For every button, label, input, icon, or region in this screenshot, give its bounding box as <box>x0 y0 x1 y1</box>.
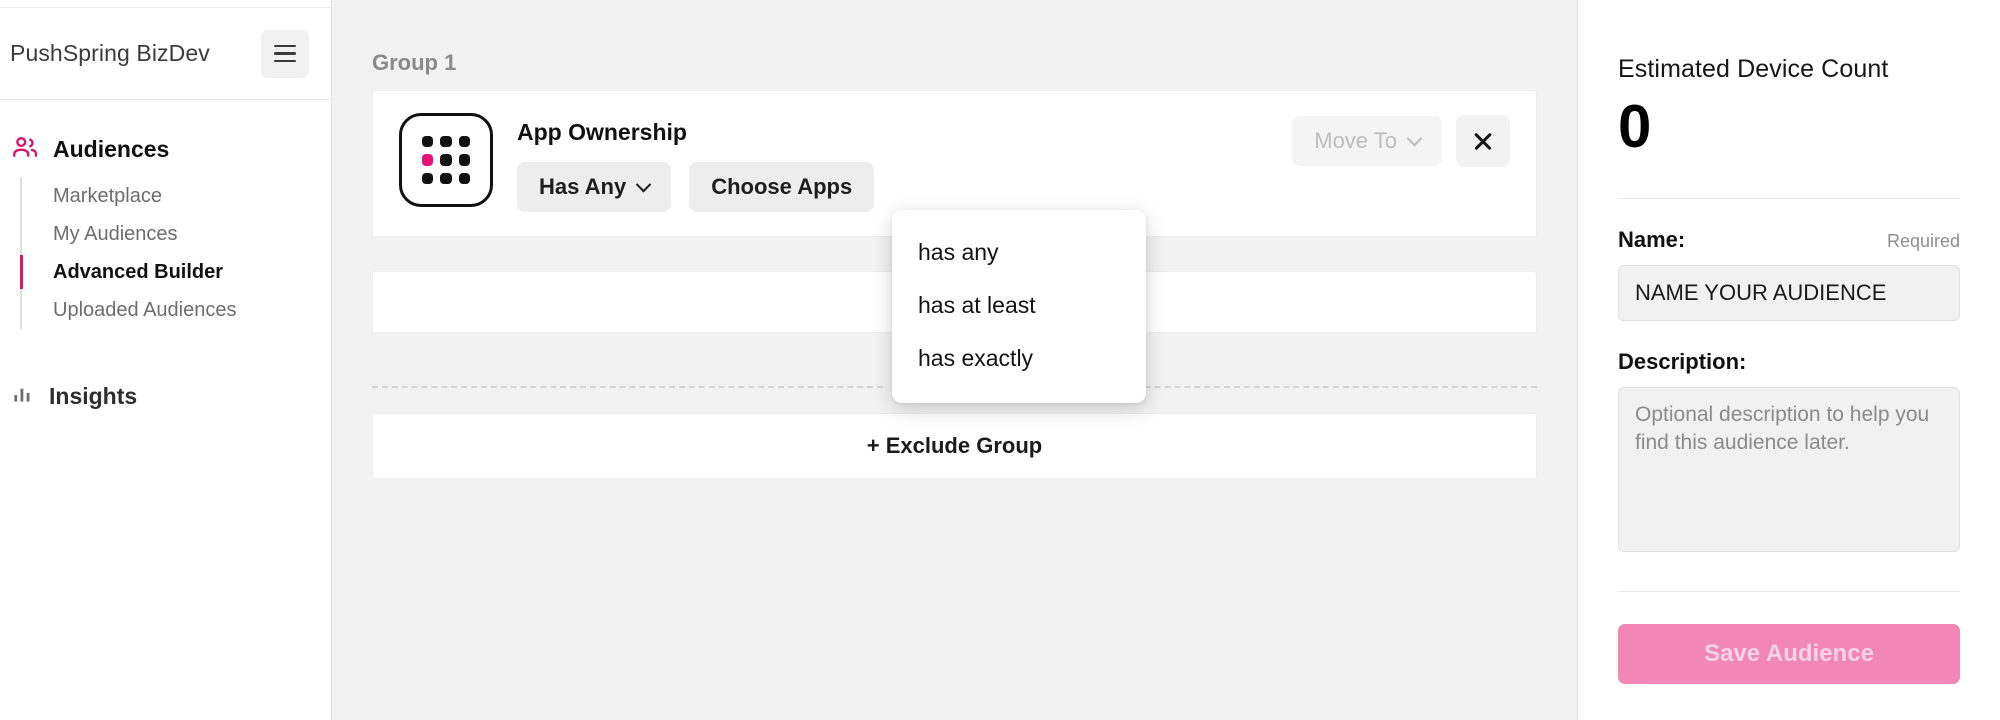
dropdown-option-has-at-least[interactable]: has at least <box>892 279 1146 332</box>
operator-dropdown-button[interactable]: Has Any <box>517 162 671 212</box>
name-label: Name: <box>1618 227 1685 253</box>
estimated-device-count-value: 0 <box>1618 90 1960 164</box>
grid-dot-accent <box>422 154 433 165</box>
dropdown-option-has-any[interactable]: has any <box>892 226 1146 279</box>
close-icon[interactable] <box>1456 115 1510 167</box>
sidebar-top-rule <box>0 0 331 8</box>
hamburger-bar <box>274 60 296 63</box>
move-to-button[interactable]: Move To <box>1292 116 1442 166</box>
group-title: Group 1 <box>332 0 1577 90</box>
grid-dot <box>459 136 470 147</box>
sidebar-nav: Audiences Marketplace My Audiences Advan… <box>0 100 331 422</box>
sidebar-item-advanced-builder[interactable]: Advanced Builder <box>22 253 331 291</box>
sidebar: PushSpring BizDev Audiences <box>0 0 332 720</box>
main-content: Group 1 App Ownership <box>332 0 1578 720</box>
divider-dash-left <box>372 386 883 388</box>
audience-description-input[interactable] <box>1618 387 1960 552</box>
grid-dot <box>459 173 470 184</box>
rule-controls: Has Any Choose Apps <box>517 162 1510 212</box>
summary-divider <box>1618 198 1960 199</box>
hamburger-icon[interactable] <box>261 30 309 78</box>
rule-actions: Move To <box>1292 115 1510 167</box>
choose-apps-button[interactable]: Choose Apps <box>689 162 874 212</box>
sidebar-section-insights[interactable]: Insights <box>0 371 331 422</box>
dropdown-option-has-exactly[interactable]: has exactly <box>892 332 1146 385</box>
app-root: PushSpring BizDev Audiences <box>0 0 2000 720</box>
operator-dropdown-label: Has Any <box>539 174 626 200</box>
sidebar-item-marketplace[interactable]: Marketplace <box>22 177 331 215</box>
hamburger-bar <box>274 45 296 48</box>
name-label-row: Name: Required <box>1618 227 1960 253</box>
hamburger-bar <box>274 52 296 55</box>
name-required-badge: Required <box>1887 231 1960 252</box>
operator-dropdown-menu: has any has at least has exactly <box>892 210 1146 403</box>
grid-dot <box>459 154 470 165</box>
chevron-down-icon <box>1407 130 1423 146</box>
audience-name-input[interactable] <box>1618 265 1960 321</box>
add-exclude-group-button[interactable]: + Exclude Group <box>372 413 1537 479</box>
grid-dot <box>422 173 433 184</box>
sidebar-section-label: Insights <box>49 383 137 410</box>
save-audience-button[interactable]: Save Audience <box>1618 624 1960 684</box>
app-grid-icon <box>399 113 493 207</box>
summary-divider-bottom <box>1618 591 1960 592</box>
grid-dot <box>440 173 451 184</box>
grid-dot <box>440 136 451 147</box>
brand-name: PushSpring BizDev <box>10 40 210 67</box>
sidebar-item-uploaded-audiences[interactable]: Uploaded Audiences <box>22 291 331 329</box>
grid-dot <box>422 136 433 147</box>
grid-dot <box>440 154 451 165</box>
sidebar-section-label: Audiences <box>53 136 169 163</box>
description-label: Description: <box>1618 349 1746 375</box>
sidebar-item-my-audiences[interactable]: My Audiences <box>22 215 331 253</box>
chevron-down-icon <box>636 176 652 192</box>
sidebar-subnav-audiences: Marketplace My Audiences Advanced Builde… <box>20 177 331 329</box>
users-icon <box>10 132 40 167</box>
description-label-row: Description: <box>1618 349 1960 375</box>
move-to-label: Move To <box>1314 128 1397 154</box>
brand-row: PushSpring BizDev <box>0 8 331 100</box>
estimated-device-count-title: Estimated Device Count <box>1618 55 1960 84</box>
summary-panel: Estimated Device Count 0 Name: Required … <box>1578 0 2000 720</box>
sidebar-section-audiences[interactable]: Audiences <box>0 122 331 177</box>
bar-chart-icon <box>10 381 36 412</box>
